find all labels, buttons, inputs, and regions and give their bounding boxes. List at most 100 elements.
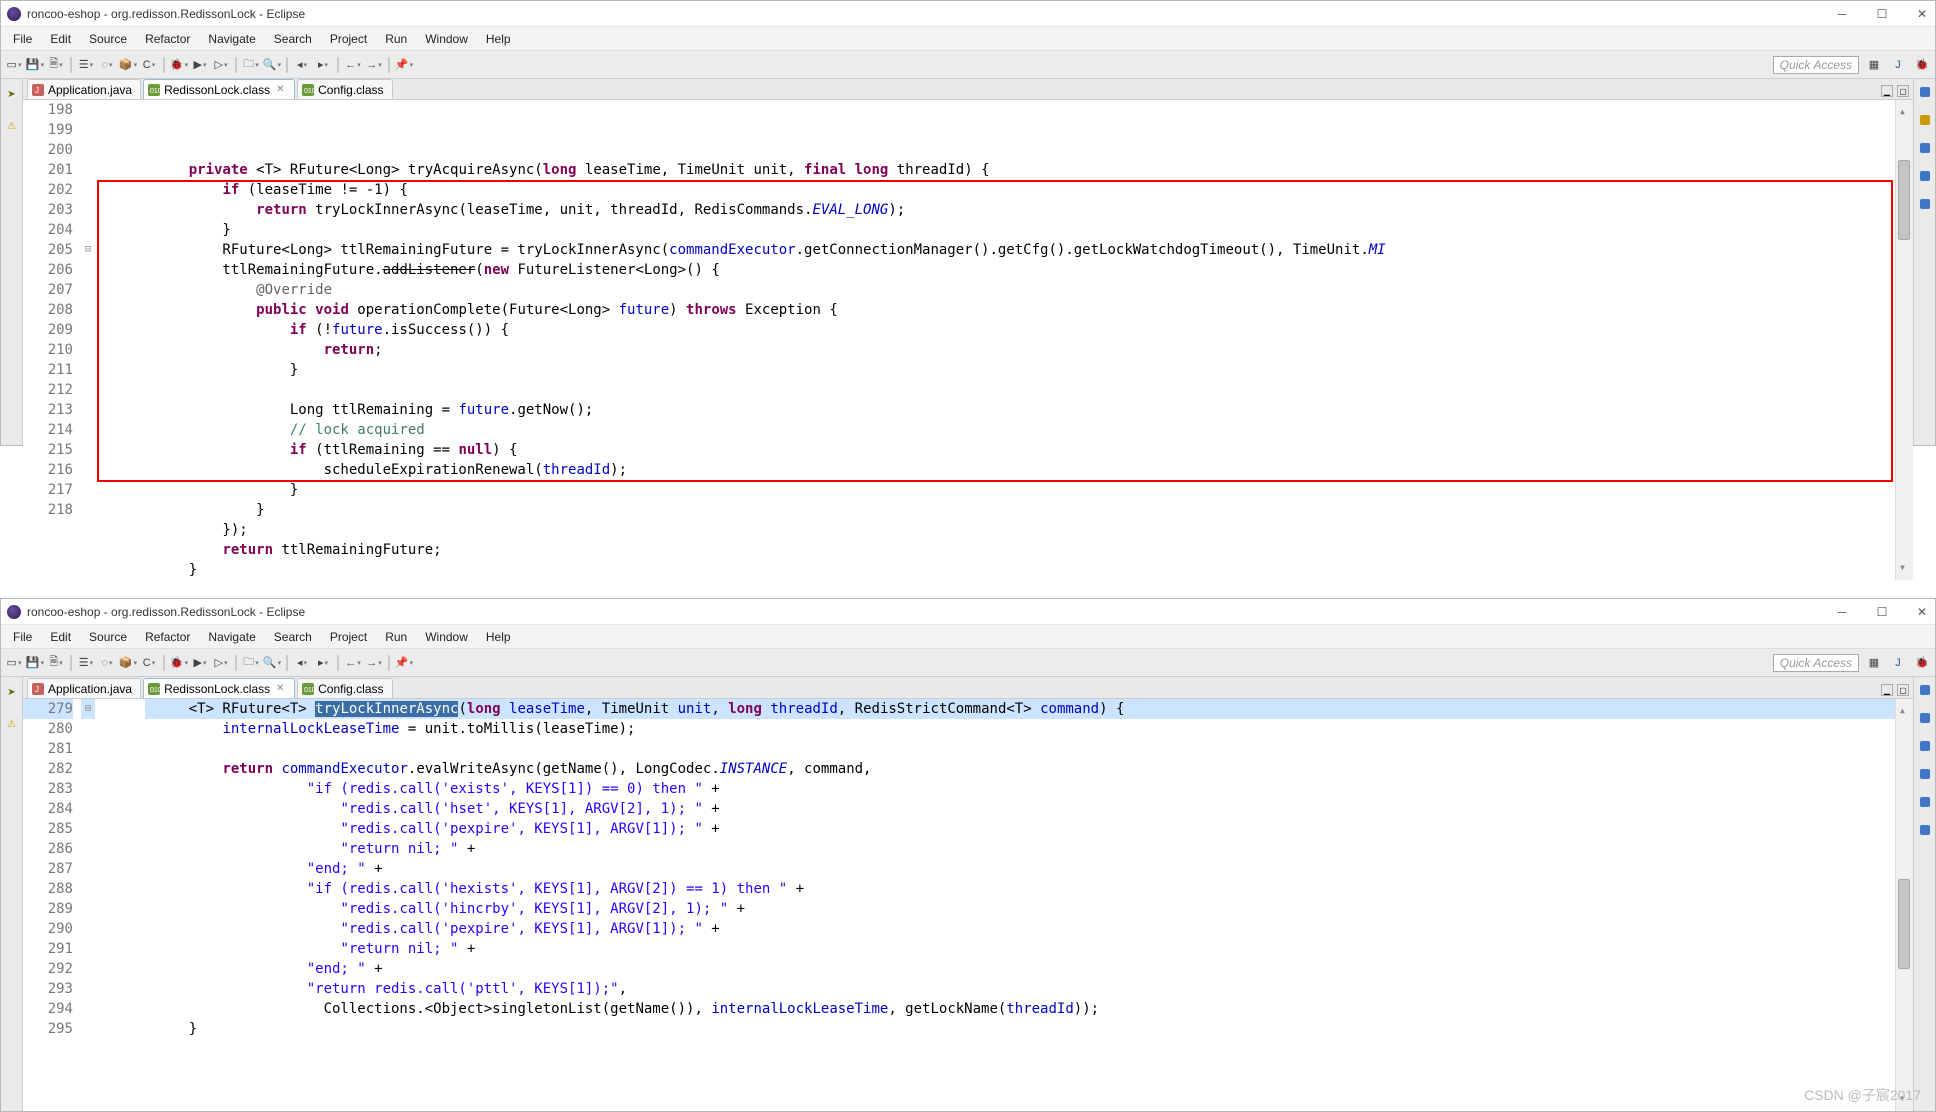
outline-marker-icon[interactable] (1920, 87, 1930, 97)
new-package-icon[interactable]: 📦▾ (119, 56, 137, 74)
skip-breakpoints-icon[interactable]: ◌▾ (98, 654, 116, 672)
menu-file[interactable]: File (5, 628, 40, 646)
save-all-icon[interactable]: 🗎▾ (47, 654, 65, 672)
editor-area[interactable]: 1981992002012022032042052062072082092102… (23, 100, 1913, 580)
code-line[interactable]: public void operationComplete(Future<Lon… (145, 300, 1895, 320)
java-perspective-icon[interactable]: J (1889, 56, 1907, 74)
warning-marker-icon[interactable]: ⚠ (5, 717, 19, 731)
toggle-breadcrumb-icon[interactable]: ☰▾ (77, 654, 95, 672)
code-line[interactable]: if (ttlRemaining == null) { (145, 440, 1895, 460)
menu-project[interactable]: Project (322, 30, 375, 48)
new-folder-icon[interactable]: 🗀▾ (242, 56, 260, 74)
open-perspective-icon[interactable]: ▦ (1865, 56, 1883, 74)
run-icon[interactable]: ▶▾ (191, 56, 209, 74)
code-line[interactable]: "if (redis.call('hexists', KEYS[1], ARGV… (145, 879, 1895, 899)
vertical-scrollbar[interactable]: ▲ ▼ (1895, 100, 1913, 580)
quick-access[interactable]: Quick Access (1773, 654, 1859, 672)
code-line[interactable]: } (145, 480, 1895, 500)
code-line[interactable]: private <T> RFuture<Long> tryAcquireAsyn… (145, 160, 1895, 180)
pin-icon[interactable]: 📌▾ (395, 654, 413, 672)
code-line[interactable]: // lock acquired (145, 420, 1895, 440)
menu-run[interactable]: Run (377, 628, 415, 646)
outline-marker-icon[interactable] (1920, 825, 1930, 835)
code-line[interactable]: if (!future.isSuccess()) { (145, 320, 1895, 340)
code-line[interactable]: return ttlRemainingFuture; (145, 540, 1895, 560)
code-line[interactable]: return commandExecutor.evalWriteAsync(ge… (145, 759, 1895, 779)
menu-search[interactable]: Search (266, 628, 320, 646)
pin-icon[interactable]: 📌▾ (395, 56, 413, 74)
menu-project[interactable]: Project (322, 628, 375, 646)
debug-perspective-icon[interactable]: 🐞 (1913, 56, 1931, 74)
code-line[interactable]: internalLockLeaseTime = unit.toMillis(le… (145, 719, 1895, 739)
toggle-breadcrumb-icon[interactable]: ☰▾ (77, 56, 95, 74)
code-line[interactable]: return tryLockInnerAsync(leaseTime, unit… (145, 200, 1895, 220)
menu-window[interactable]: Window (417, 628, 476, 646)
tab-application-java[interactable]: JApplication.java (27, 678, 141, 698)
outline-marker-icon[interactable] (1920, 171, 1930, 181)
forward-icon[interactable]: →▾ (365, 654, 383, 672)
code-line[interactable]: } (145, 360, 1895, 380)
scrollbar-thumb[interactable] (1898, 879, 1910, 969)
code-line[interactable]: } (145, 1019, 1895, 1039)
code-line[interactable]: "redis.call('hset', KEYS[1], ARGV[2], 1)… (145, 799, 1895, 819)
tab-application-java[interactable]: JApplication.java (27, 79, 141, 99)
code-line[interactable]: } (145, 560, 1895, 580)
run-icon[interactable]: ▶▾ (191, 654, 209, 672)
menu-navigate[interactable]: Navigate (200, 628, 263, 646)
tab-minimize-icon[interactable]: ▁ (1881, 85, 1893, 97)
save-icon[interactable]: 💾▾ (26, 56, 44, 74)
search-icon[interactable]: 🔍▾ (263, 56, 281, 74)
new-folder-icon[interactable]: 🗀▾ (242, 654, 260, 672)
code-line[interactable]: } (145, 500, 1895, 520)
code-line[interactable]: "return nil; " + (145, 939, 1895, 959)
menu-file[interactable]: File (5, 30, 40, 48)
tab-minimize-icon[interactable]: ▁ (1881, 684, 1893, 696)
menu-window[interactable]: Window (417, 30, 476, 48)
tab-config-class[interactable]: 010Config.class (297, 79, 392, 99)
tab-config-class[interactable]: 010Config.class (297, 678, 392, 698)
code-line[interactable]: @Override (145, 280, 1895, 300)
fold-toggle[interactable]: ⊟ (81, 699, 95, 719)
outline-marker-icon[interactable] (1920, 741, 1930, 751)
new-class-icon[interactable]: C▾ (140, 56, 158, 74)
code-line[interactable]: "return nil; " + (145, 839, 1895, 859)
debug-icon[interactable]: 🐞▾ (170, 56, 188, 74)
new-class-icon[interactable]: C▾ (140, 654, 158, 672)
debug-icon[interactable]: 🐞▾ (170, 654, 188, 672)
warning-marker-icon[interactable]: ⚠ (5, 119, 19, 133)
debug-perspective-icon[interactable]: 🐞 (1913, 654, 1931, 672)
search-icon[interactable]: 🔍▾ (263, 654, 281, 672)
prev-annotation-icon[interactable]: ◂▾ (293, 654, 311, 672)
code-line[interactable]: Long ttlRemaining = future.getNow(); (145, 400, 1895, 420)
editor-area[interactable]: 2792802812822832842852862872882892902912… (23, 699, 1913, 1111)
code-line[interactable]: }); (145, 520, 1895, 540)
outline-marker-icon[interactable] (1920, 769, 1930, 779)
close-button[interactable]: ✕ (1915, 7, 1929, 21)
fold-toggle[interactable]: ⊟ (81, 240, 95, 260)
code-line[interactable]: return; (145, 340, 1895, 360)
code-line[interactable]: RFuture<Long> ttlRemainingFuture = tryLo… (145, 240, 1895, 260)
prev-annotation-icon[interactable]: ◂▾ (293, 56, 311, 74)
tab-redissonlock-class[interactable]: 010RedissonLock.class✕ (143, 79, 295, 99)
save-all-icon[interactable]: 🗎▾ (47, 56, 65, 74)
code-line[interactable]: "if (redis.call('exists', KEYS[1]) == 0)… (145, 779, 1895, 799)
scrollbar-thumb[interactable] (1898, 160, 1910, 240)
menu-help[interactable]: Help (478, 30, 519, 48)
outline-marker-icon[interactable] (1920, 199, 1930, 209)
open-perspective-icon[interactable]: ▦ (1865, 654, 1883, 672)
menu-help[interactable]: Help (478, 628, 519, 646)
new-icon[interactable]: ▭▾ (5, 654, 23, 672)
menu-run[interactable]: Run (377, 30, 415, 48)
code-line[interactable]: if (leaseTime != -1) { (145, 180, 1895, 200)
annotation-marker-icon[interactable]: ➤ (5, 87, 19, 101)
back-icon[interactable]: ←▾ (344, 654, 362, 672)
next-annotation-icon[interactable]: ▸▾ (314, 56, 332, 74)
back-icon[interactable]: ←▾ (344, 56, 362, 74)
tab-redissonlock-class[interactable]: 010RedissonLock.class✕ (143, 678, 295, 698)
run-last-icon[interactable]: ▷▾ (212, 56, 230, 74)
menu-source[interactable]: Source (81, 628, 135, 646)
menu-source[interactable]: Source (81, 30, 135, 48)
outline-marker-icon[interactable] (1920, 685, 1930, 695)
close-button[interactable]: ✕ (1915, 605, 1929, 619)
outline-marker-icon[interactable] (1920, 143, 1930, 153)
